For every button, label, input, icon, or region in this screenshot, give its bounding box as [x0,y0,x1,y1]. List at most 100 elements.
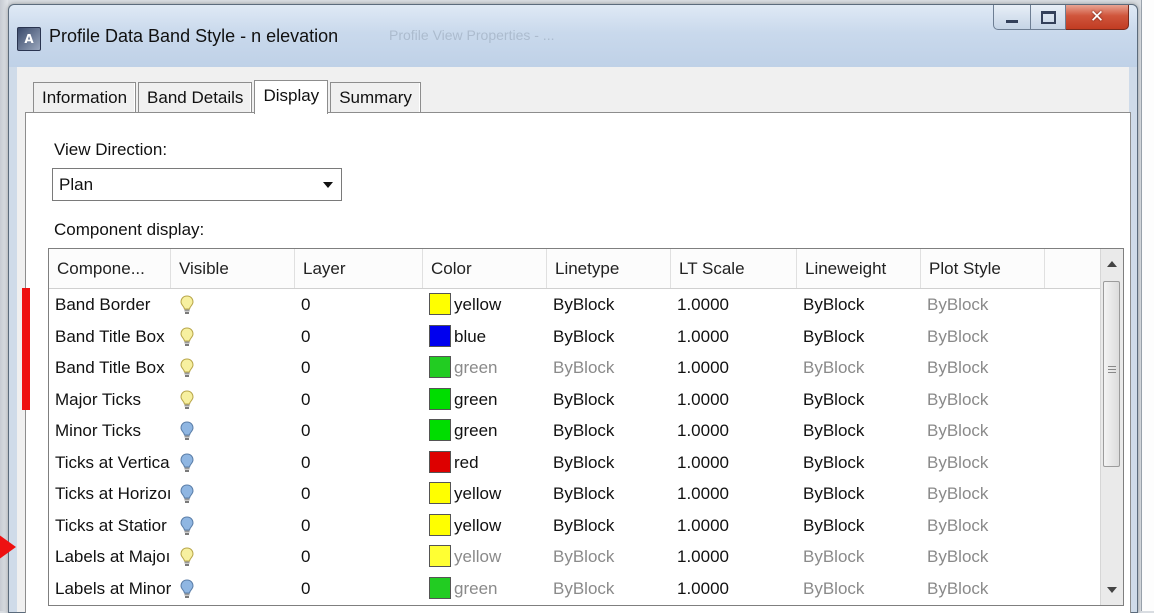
cell-component[interactable]: Major Ticks [49,384,171,416]
tab-summary[interactable]: Summary [330,82,421,113]
app-icon[interactable]: A [17,27,41,51]
lightbulb-off-icon[interactable] [180,452,194,473]
cell-lt-scale[interactable]: 1.0000 [671,510,797,542]
cell-plot-style[interactable]: ByBlock [921,541,1045,573]
cell-color[interactable]: yellow [423,289,547,321]
cell-visible[interactable] [171,447,295,479]
cell-layer[interactable]: 0 [295,289,423,321]
lightbulb-on-icon[interactable] [180,295,194,315]
cell-lt-scale[interactable]: 1.0000 [671,541,797,573]
cell-color[interactable]: green [423,415,547,447]
table-row[interactable]: Band Border 0 yellow ByBlock 1.0000 ByBlock By… [49,289,1101,321]
cell-lineweight[interactable]: ByBlock [797,573,921,605]
table-row[interactable]: Ticks at Vertica 0 red ByBlock 1.0000 ByBlock… [49,447,1101,479]
cell-component[interactable]: Ticks at Vertica [49,447,171,479]
cell-color[interactable]: yellow [423,478,547,510]
cell-component[interactable]: Band Border [49,289,171,321]
cell-plot-style[interactable]: ByBlock [921,478,1045,510]
cell-component[interactable]: Ticks at Horizoı [49,478,171,510]
cell-visible[interactable] [171,478,295,510]
cell-color[interactable]: yellow [423,541,547,573]
cell-lt-scale[interactable]: 1.0000 [671,384,797,416]
cell-visible[interactable] [171,573,295,605]
table-row[interactable]: Ticks at Horizoı 0 yellow ByBlock 1.0000 ByBl… [49,478,1101,510]
cell-layer[interactable]: 0 [295,415,423,447]
cell-visible[interactable] [171,352,295,384]
lightbulb-off-icon[interactable] [180,578,194,599]
column-header-lt-scale[interactable]: LT Scale [671,249,797,288]
cell-color[interactable]: yellow [423,510,547,542]
title-bar[interactable]: A Profile Data Band Style - n elevation … [9,5,1137,67]
cell-linetype[interactable]: ByBlock [547,541,671,573]
cell-plot-style[interactable]: ByBlock [921,573,1045,605]
column-header-lineweight[interactable]: Lineweight [797,249,921,288]
cell-component[interactable]: Labels at Majoı [49,541,171,573]
lightbulb-on-icon[interactable] [180,358,194,378]
cell-component[interactable]: Labels at Minor [49,573,171,605]
cell-layer[interactable]: 0 [295,321,423,353]
cell-component[interactable]: Ticks at Statior [49,510,171,542]
cell-color[interactable]: green [423,573,547,605]
column-header-visible[interactable]: Visible [171,249,295,288]
cell-color[interactable]: green [423,384,547,416]
close-button[interactable]: ✕ [1066,5,1129,30]
lightbulb-off-icon[interactable] [180,421,194,441]
column-header-linetype[interactable]: Linetype [547,249,671,288]
cell-visible[interactable] [171,415,295,447]
minimize-button[interactable] [993,5,1031,30]
view-direction-select[interactable]: Plan [52,168,342,201]
cell-color[interactable]: blue [423,321,547,353]
cell-visible[interactable] [171,321,295,353]
cell-lineweight[interactable]: ByBlock [797,510,921,542]
cell-visible[interactable] [171,510,295,542]
cell-lineweight[interactable]: ByBlock [797,384,921,416]
lightbulb-off-icon[interactable] [180,515,194,536]
scroll-down-button[interactable] [1101,579,1123,601]
lightbulb-on-icon[interactable] [180,326,194,347]
cell-layer[interactable]: 0 [295,478,423,510]
lightbulb-on-icon[interactable] [180,547,194,567]
table-row[interactable]: Labels at Majoı 0 yellow ByBlock 1.0000 ByBlo… [49,541,1101,573]
cell-plot-style[interactable]: ByBlock [921,447,1045,479]
cell-component[interactable]: Band Title Box [49,352,171,384]
cell-component[interactable]: Band Title Box [49,321,171,353]
cell-linetype[interactable]: ByBlock [547,573,671,605]
cell-lt-scale[interactable]: 1.0000 [671,415,797,447]
cell-lineweight[interactable]: ByBlock [797,447,921,479]
grid-vertical-scrollbar[interactable] [1100,249,1123,605]
cell-visible[interactable] [171,384,295,416]
cell-lt-scale[interactable]: 1.0000 [671,352,797,384]
cell-lineweight[interactable]: ByBlock [797,289,921,321]
table-row[interactable]: Labels at Minor 0 green ByBlock 1.0000 ByBloc… [49,573,1101,605]
cell-linetype[interactable]: ByBlock [547,289,671,321]
cell-plot-style[interactable]: ByBlock [921,415,1045,447]
cell-lineweight[interactable]: ByBlock [797,321,921,353]
cell-linetype[interactable]: ByBlock [547,447,671,479]
lightbulb-off-icon[interactable] [180,484,194,504]
tab-information[interactable]: Information [33,82,137,113]
cell-lt-scale[interactable]: 1.0000 [671,447,797,479]
cell-layer[interactable]: 0 [295,573,423,605]
cell-plot-style[interactable]: ByBlock [921,352,1045,384]
cell-lineweight[interactable]: ByBlock [797,352,921,384]
cell-visible[interactable] [171,289,295,321]
cell-linetype[interactable]: ByBlock [547,415,671,447]
cell-visible[interactable] [171,541,295,573]
cell-lt-scale[interactable]: 1.0000 [671,321,797,353]
lightbulb-on-icon[interactable] [180,389,194,410]
cell-layer[interactable]: 0 [295,541,423,573]
column-header-layer[interactable]: Layer [295,249,423,288]
cell-layer[interactable]: 0 [295,384,423,416]
scrollbar-thumb[interactable] [1103,281,1120,467]
maximize-button[interactable] [1031,5,1066,30]
cell-color[interactable]: red [423,447,547,479]
cell-plot-style[interactable]: ByBlock [921,384,1045,416]
cell-lineweight[interactable]: ByBlock [797,478,921,510]
cell-plot-style[interactable]: ByBlock [921,321,1045,353]
cell-lineweight[interactable]: ByBlock [797,415,921,447]
cell-linetype[interactable]: ByBlock [547,321,671,353]
column-header-color[interactable]: Color [423,249,547,288]
cell-layer[interactable]: 0 [295,510,423,542]
cell-linetype[interactable]: ByBlock [547,478,671,510]
table-row[interactable]: Major Ticks 0 green ByBlock 1.0000 ByBlock ByB… [49,384,1101,416]
